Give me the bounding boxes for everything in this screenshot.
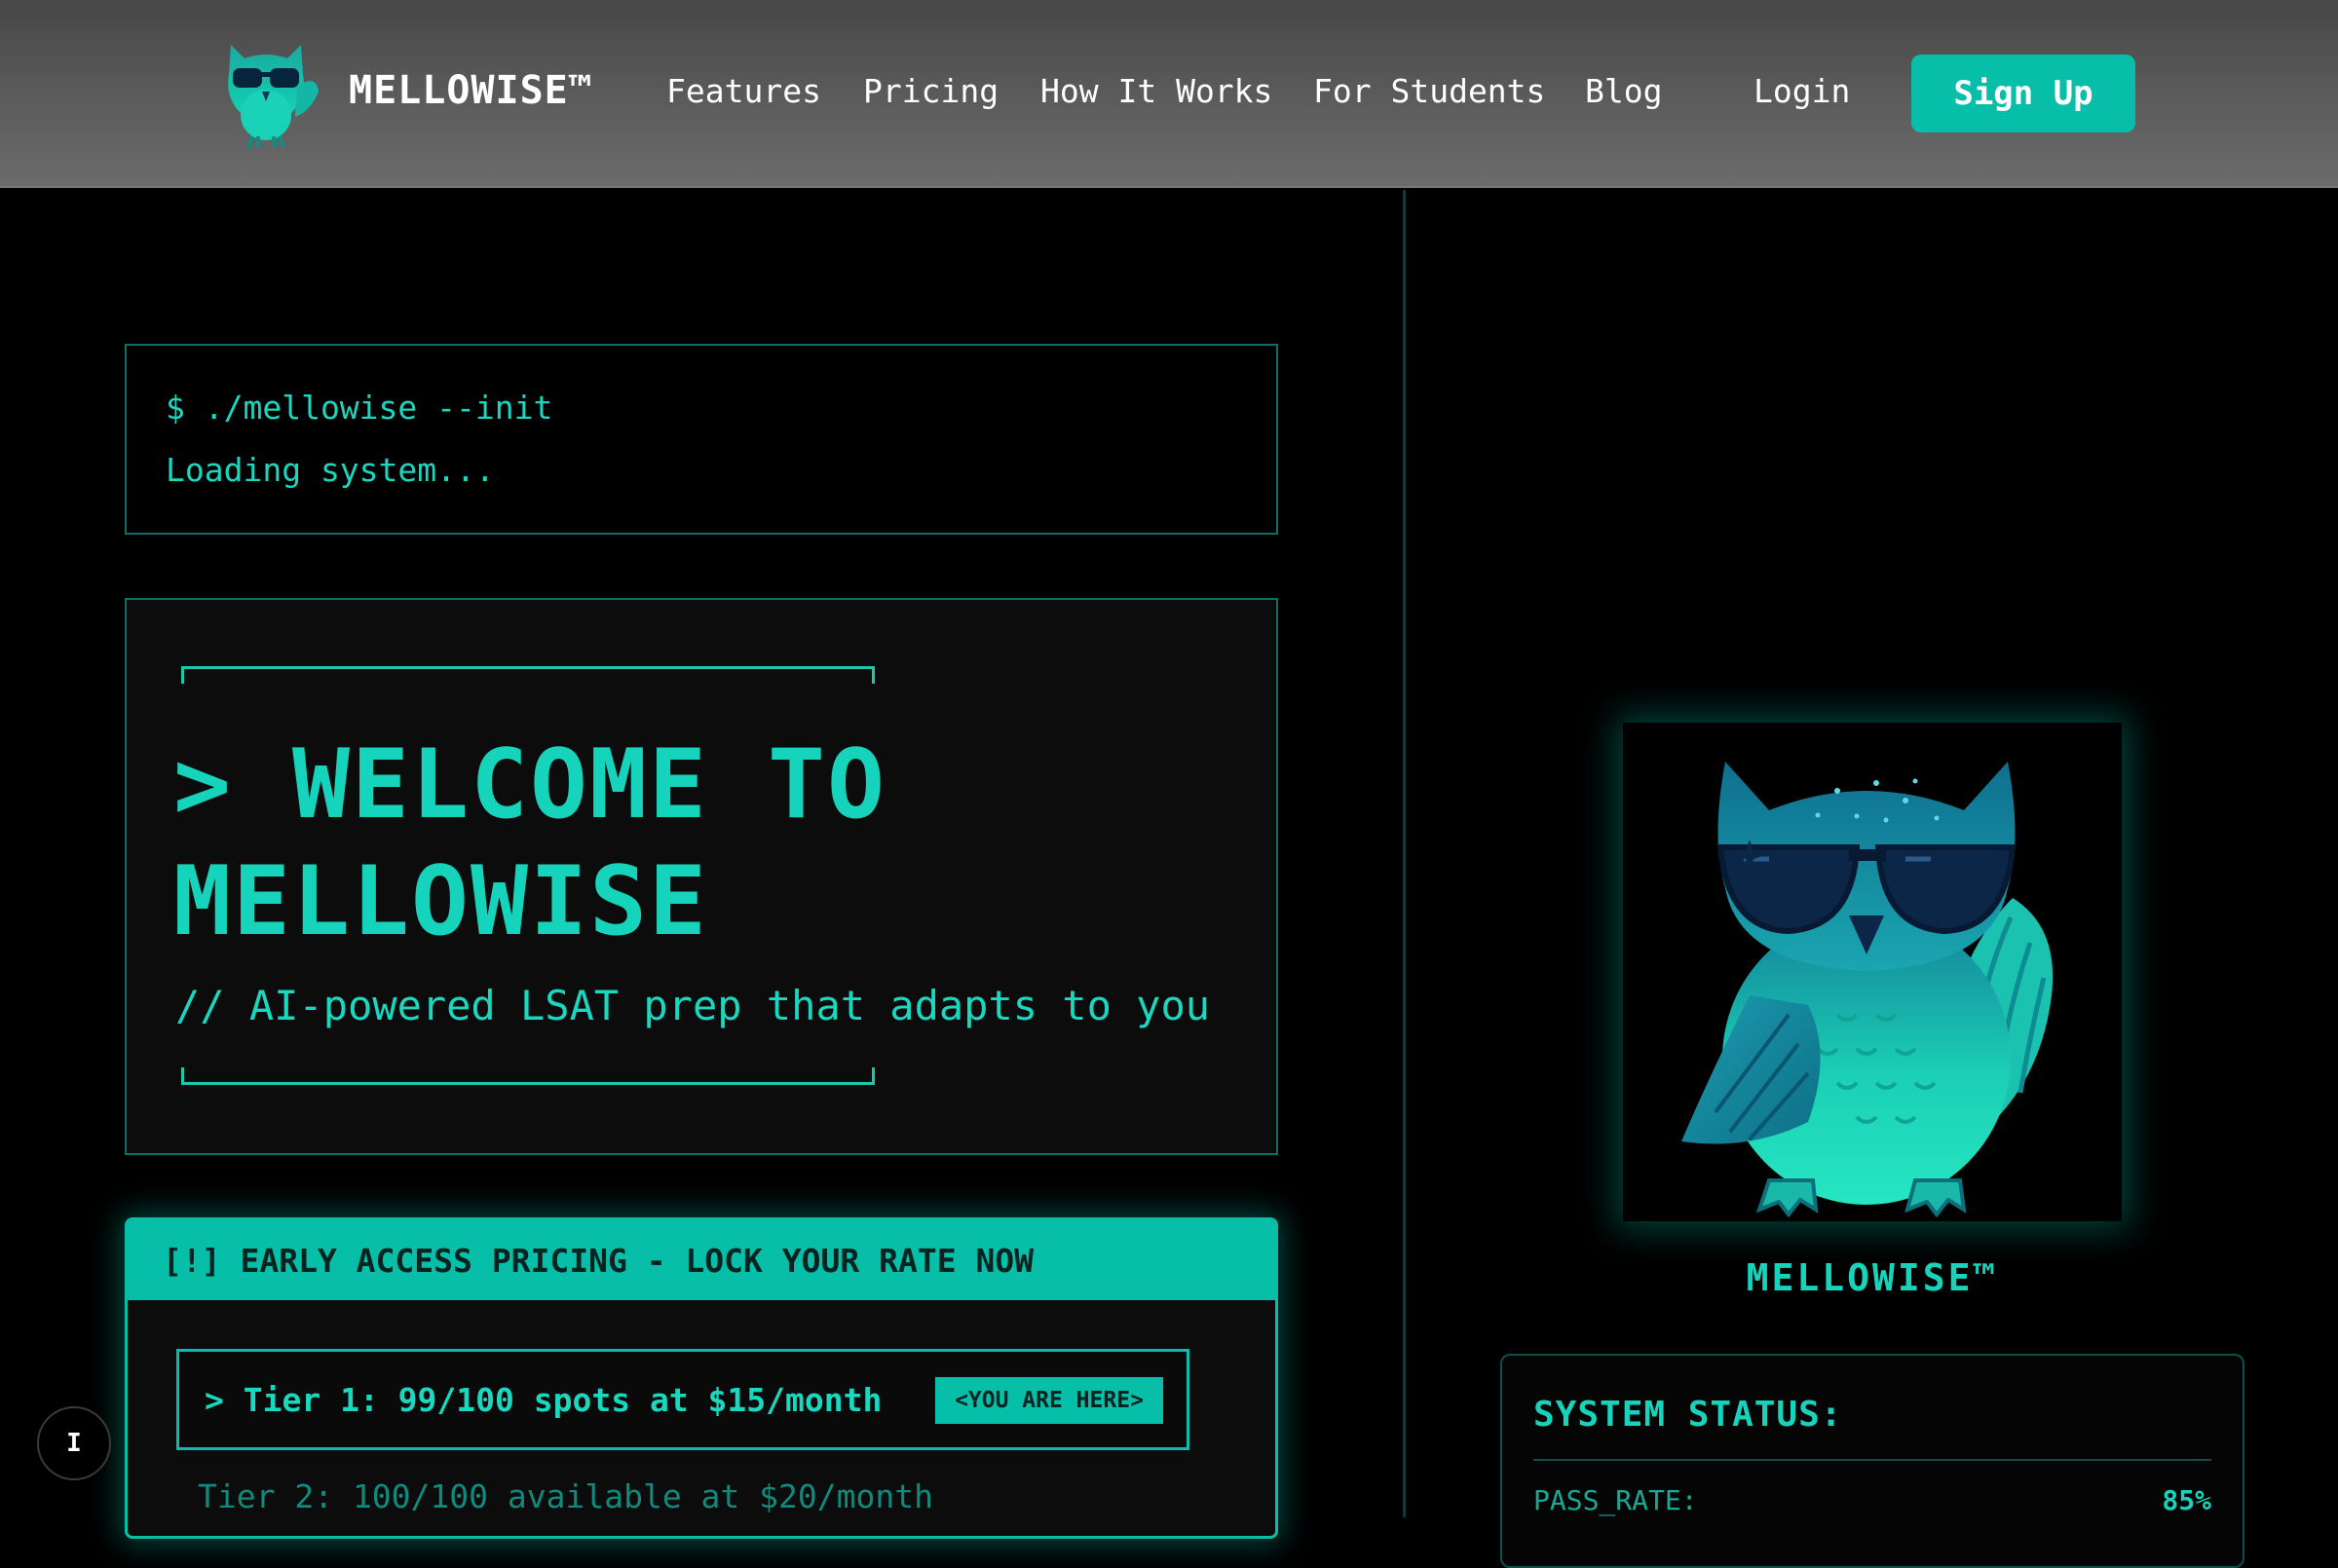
nav-link-blog[interactable]: Blog [1585,72,1662,110]
nav-link-pricing[interactable]: Pricing [863,72,999,110]
owl-mascot-icon [1681,762,2054,1218]
bracket-top-decoration [181,666,875,684]
you-are-here-badge: <YOU ARE HERE> [935,1377,1163,1424]
status-label-pass-rate: PASS_RATE: [1533,1484,1698,1516]
nav-link-features[interactable]: Features [666,72,821,110]
bracket-bottom-decoration [181,1067,875,1085]
welcome-heading-line-2: MELLOWISE [173,846,709,957]
early-access-pricing-panel: [!] EARLY ACCESS PRICING - LOCK YOUR RAT… [125,1217,1278,1539]
pricing-header: [!] EARLY ACCESS PRICING - LOCK YOUR RAT… [128,1220,1275,1300]
system-status-title: SYSTEM STATUS: [1533,1395,1843,1435]
mascot-image-frame [1623,723,2122,1221]
brand-name[interactable]: MELLOWISE™ [349,68,593,113]
tier-1-label: > Tier 1: 99/100 spots at $15/month [205,1381,883,1419]
terminal-status: Loading system... [166,451,495,489]
welcome-heading-line-1: > WELCOME TO [173,729,887,840]
terminal-box: $ ./mellowise --init Loading system... [125,344,1278,535]
status-value-pass-rate: 85% [2162,1484,2211,1516]
sign-up-button[interactable]: Sign Up [1911,55,2135,132]
welcome-subtitle: // AI-powered LSAT prep that adapts to y… [175,982,1211,1029]
nav-link-for-students[interactable]: For Students [1313,72,1545,110]
nav-link-how-it-works[interactable]: How It Works [1040,72,1272,110]
terminal-command: $ ./mellowise --init [166,389,553,427]
system-status-panel: SYSTEM STATUS: PASS_RATE: 85% [1500,1354,2244,1568]
login-link[interactable]: Login [1754,72,1850,110]
top-nav: MELLOWISE™ Features Pricing How It Works… [0,0,2338,188]
welcome-heading: > WELCOME TO MELLOWISE [173,727,1245,960]
owl-logo-icon[interactable] [209,35,322,152]
tier-2-label: Tier 2: 100/100 available at $20/month [198,1477,933,1515]
column-divider [1403,190,1406,1517]
mascot-caption: MELLOWISE™ [1746,1256,1999,1299]
floating-action-button[interactable]: I [37,1406,111,1480]
welcome-panel: > WELCOME TO MELLOWISE // AI-powered LSA… [125,598,1278,1155]
status-divider [1533,1459,2211,1461]
tier-1-card[interactable]: > Tier 1: 99/100 spots at $15/month <YOU… [176,1349,1189,1450]
